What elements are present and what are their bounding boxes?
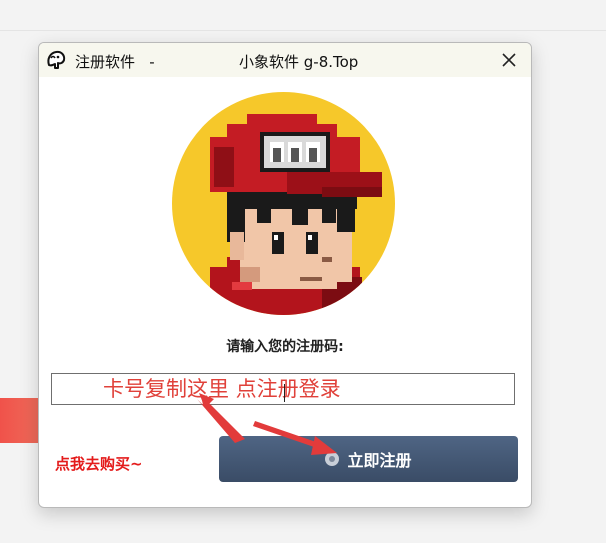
buy-link[interactable]: 点我去购买~: [55, 453, 143, 474]
window-title: 注册软件 -: [75, 53, 155, 71]
close-icon: [502, 53, 516, 67]
register-dialog: 注册软件 - 小象软件 g-8.Top 请输入您的注册码: 卡号复制这里 点注册…: [38, 42, 532, 508]
avatar: [172, 92, 395, 315]
title-bar[interactable]: 注册软件 - 小象软件 g-8.Top: [39, 43, 531, 77]
radio-dot-icon: [325, 452, 340, 466]
register-button-label: 立即注册: [347, 451, 412, 470]
window-subtitle: 小象软件 g-8.Top: [239, 53, 359, 71]
close-button[interactable]: [491, 45, 527, 75]
text-caret: [284, 384, 285, 402]
background-divider: [0, 30, 606, 31]
background-red-element: [0, 398, 40, 443]
registration-code-prompt: 请输入您的注册码:: [226, 339, 344, 355]
elephant-logo-icon: [45, 49, 67, 71]
register-now-button[interactable]: 立即注册: [219, 436, 518, 482]
input-annotation-text: 卡号复制这里 点注册登录: [103, 377, 341, 401]
